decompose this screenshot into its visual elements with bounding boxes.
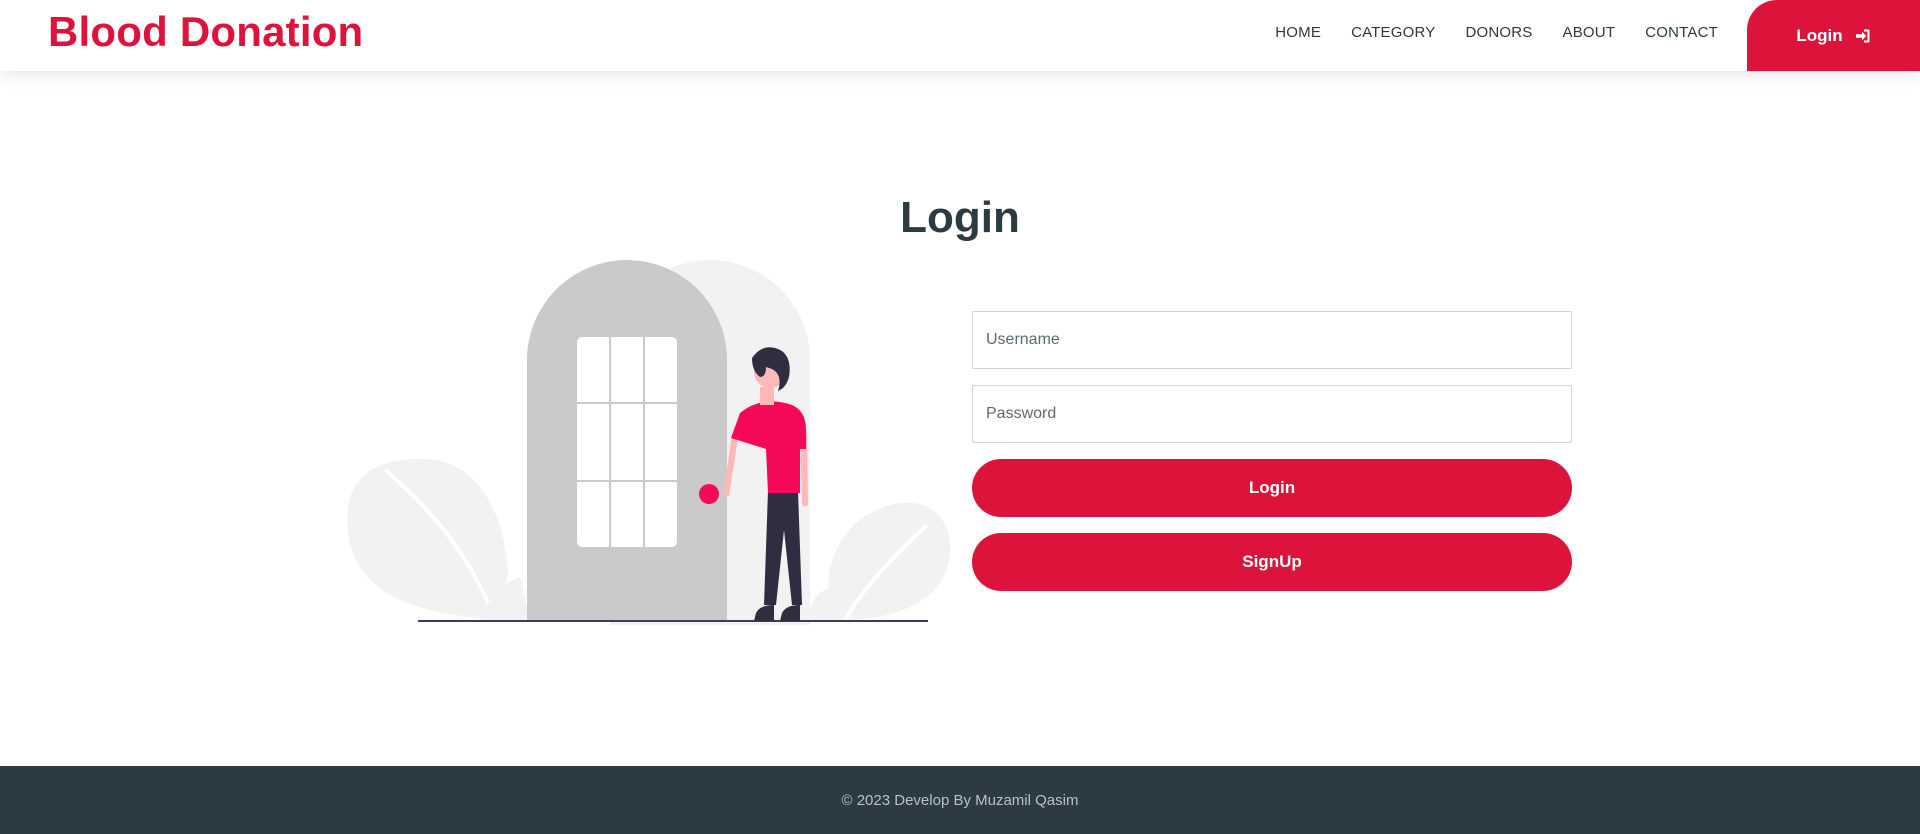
login-button[interactable]: Login bbox=[972, 459, 1572, 517]
username-input[interactable] bbox=[972, 311, 1572, 369]
nav-home[interactable]: HOME bbox=[1275, 24, 1321, 41]
footer-copyright: © 2023 Develop By Muzamil Qasim bbox=[841, 791, 1079, 809]
person-at-door-illustration bbox=[347, 260, 951, 625]
login-form: Login SignUp bbox=[972, 311, 1572, 591]
nav-donors[interactable]: DONORS bbox=[1465, 24, 1532, 41]
nav-about[interactable]: ABOUT bbox=[1563, 24, 1616, 41]
password-input[interactable] bbox=[972, 385, 1572, 443]
header-login-button[interactable]: Login bbox=[1747, 0, 1920, 71]
page-title: Login bbox=[900, 193, 1020, 243]
site-footer: © 2023 Develop By Muzamil Qasim bbox=[0, 766, 1920, 834]
header-login-label: Login bbox=[1796, 25, 1843, 45]
nav-category[interactable]: CATEGORY bbox=[1351, 24, 1435, 41]
main-nav: HOME CATEGORY DONORS ABOUT CONTACT bbox=[1275, 24, 1718, 41]
brand-logo[interactable]: Blood Donation bbox=[48, 8, 363, 56]
site-header: Blood Donation HOME CATEGORY DONORS ABOU… bbox=[0, 0, 1920, 71]
signup-button[interactable]: SignUp bbox=[972, 533, 1572, 591]
sign-in-icon bbox=[1855, 28, 1871, 44]
nav-contact[interactable]: CONTACT bbox=[1645, 24, 1718, 41]
